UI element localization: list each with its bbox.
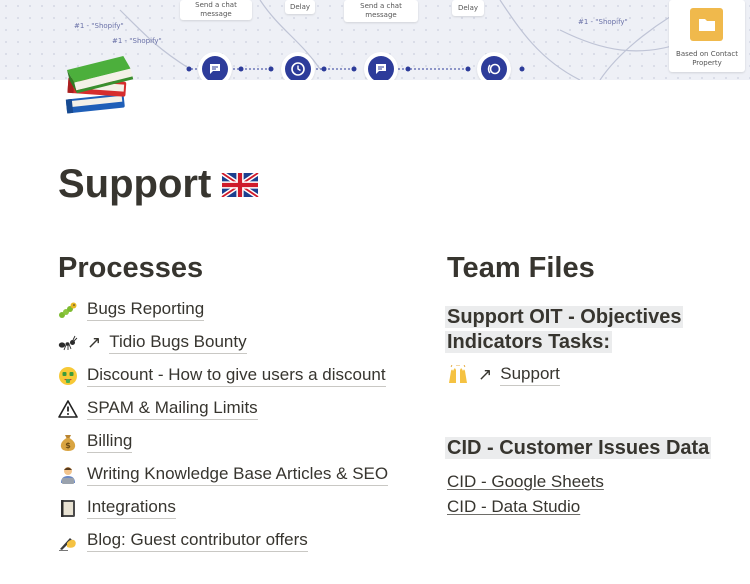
process-item-discount[interactable]: Discount - How to give users a discount [58, 359, 408, 392]
books-icon[interactable] [60, 40, 140, 120]
process-link[interactable]: Blog: Guest contributor offers [87, 530, 308, 552]
folder-icon [698, 19, 715, 31]
clock-icon [291, 62, 305, 76]
raising-hands-icon [447, 365, 469, 385]
team-files-heading: Team Files [447, 252, 595, 284]
warning-icon [58, 399, 78, 419]
process-link[interactable]: Tidio Bugs Bounty [109, 332, 247, 354]
flow-card-contact-property[interactable]: Based on Contact Property [669, 0, 745, 72]
process-link[interactable]: Discount - How to give users a discount [87, 365, 386, 387]
svg-text:$: $ [65, 441, 71, 450]
caterpillar-icon [58, 300, 78, 320]
technologist-icon [58, 465, 78, 485]
money-bag-icon: $ [58, 432, 78, 452]
support-link-item[interactable]: ↗ Support [447, 364, 560, 386]
oit-heading-line1: Support OIT - Objectives [445, 306, 684, 328]
process-link[interactable]: Billing [87, 431, 133, 453]
process-item-bugs-reporting[interactable]: Bugs Reporting [58, 293, 408, 326]
oit-heading: Support OIT - Objectives Indicators Task… [445, 305, 684, 355]
ant-icon [58, 333, 78, 353]
chat-icon [376, 64, 386, 74]
card-label: Delay [457, 3, 479, 12]
card-label: Send a chat message [195, 1, 237, 18]
money-face-icon [58, 366, 78, 386]
folder-label: Based on Contact Property [676, 50, 738, 67]
card-label: Send a chat message [360, 2, 402, 19]
support-link[interactable]: Support [500, 364, 560, 386]
process-link[interactable]: SPAM & Mailing Limits [87, 398, 258, 420]
process-link[interactable]: Bugs Reporting [87, 299, 205, 321]
process-item-knowledge-base[interactable]: Writing Knowledge Base Articles & SEO [58, 458, 408, 491]
flow-card-delay-2[interactable]: Delay [452, 0, 484, 16]
process-item-guest-blog[interactable]: Blog: Guest contributor offers [58, 524, 408, 557]
cid-data-studio-link[interactable]: CID - Data Studio [447, 497, 580, 517]
flow-node-ring[interactable] [477, 52, 511, 80]
flow-card-send-chat-2[interactable]: Send a chat message [344, 0, 418, 22]
writing-hand-icon [58, 531, 78, 551]
flow-tag: #1 - "Shopify" [74, 22, 124, 30]
process-item-spam[interactable]: SPAM & Mailing Limits [58, 392, 408, 425]
card-label: Delay [289, 2, 311, 11]
cid-heading-text: CID - Customer Issues Data [445, 437, 712, 459]
process-item-integrations[interactable]: Integrations [58, 491, 408, 524]
external-link-arrow-icon: ↗ [87, 332, 102, 353]
notebook-icon [58, 498, 78, 518]
flow-node-chat-2[interactable] [364, 52, 398, 80]
cid-heading: CID - Customer Issues Data [445, 436, 712, 461]
flow-card-delay-1[interactable]: Delay [285, 0, 315, 14]
flow-node-chat[interactable] [198, 52, 232, 80]
process-link[interactable]: Writing Knowledge Base Articles & SEO [87, 464, 389, 486]
uk-flag-icon [221, 172, 260, 197]
external-link-arrow-icon: ↗ [478, 365, 493, 385]
processes-list: Bugs Reporting ↗ Tidio Bugs Bounty Disco… [58, 293, 408, 557]
cid-google-sheets-link[interactable]: CID - Google Sheets [447, 472, 604, 492]
ring-icon [487, 63, 501, 75]
page-title: Support [58, 162, 260, 207]
flow-tag: #1 - "Shopify" [578, 18, 628, 26]
processes-heading: Processes [58, 252, 204, 284]
process-item-billing[interactable]: $ Billing [58, 425, 408, 458]
chat-icon [210, 64, 220, 74]
process-item-bugs-bounty[interactable]: ↗ Tidio Bugs Bounty [58, 326, 408, 359]
flow-card-send-chat-1[interactable]: Send a chat message [180, 0, 252, 20]
process-link[interactable]: Integrations [87, 497, 176, 519]
folder-tile [690, 8, 723, 41]
oit-heading-line2: Indicators Tasks: [445, 331, 613, 353]
flow-node-delay[interactable] [281, 52, 315, 80]
page-title-text: Support [58, 162, 212, 206]
